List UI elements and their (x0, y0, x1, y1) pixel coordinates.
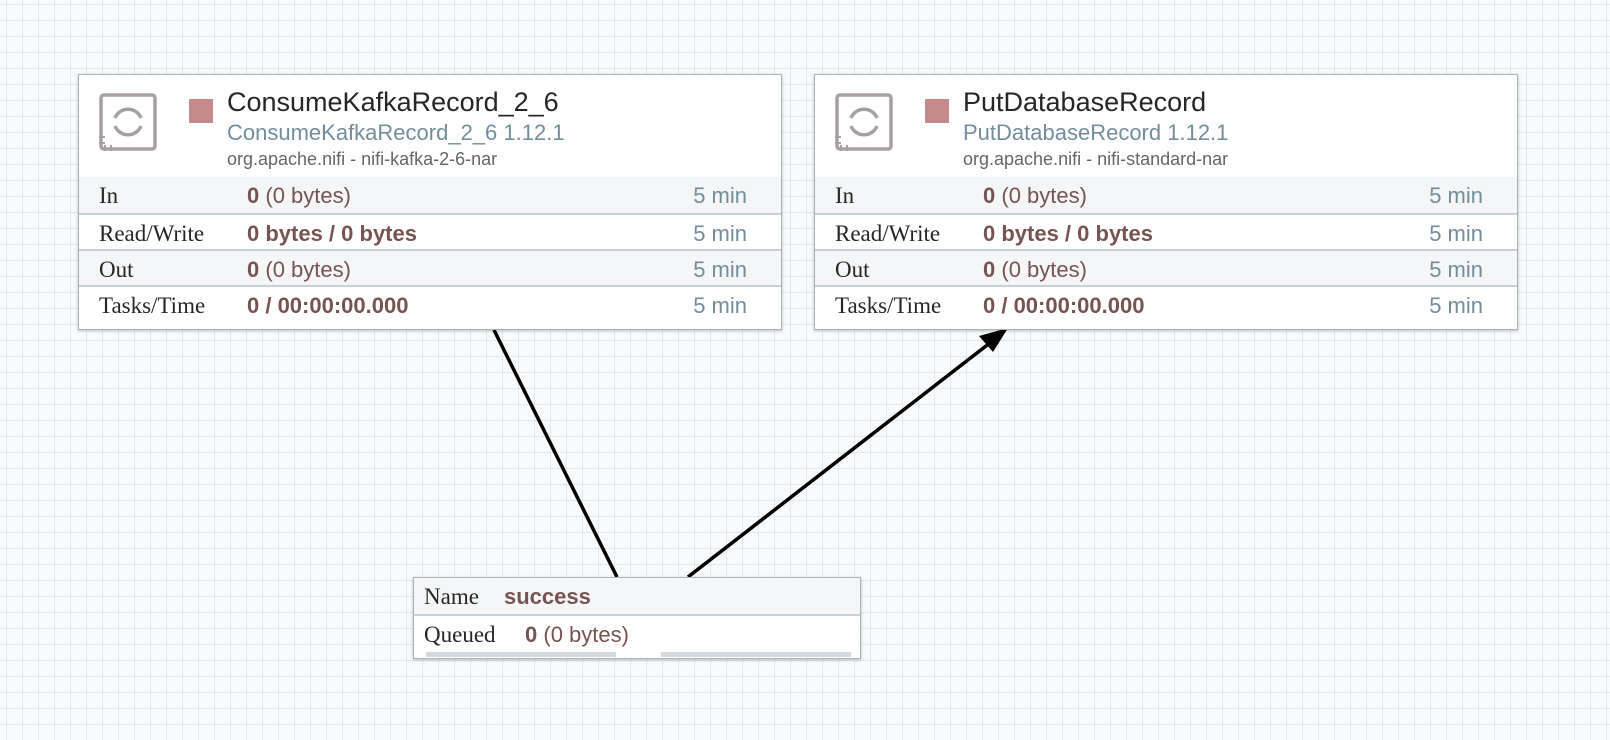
stat-row-read-write: Read/Write 0 bytes / 0 bytes 5 min (815, 213, 1517, 249)
stat-time-out: 5 min (1429, 257, 1483, 282)
stat-value-read-write: 0 bytes / 0 bytes (983, 221, 1153, 246)
stat-time-in: 5 min (1429, 183, 1483, 208)
processor-consume-kafka-record[interactable]: ConsumeKafkaRecord_2_6 ConsumeKafkaRecor… (78, 74, 782, 330)
stat-label-tasks-time: Tasks/Time (835, 293, 942, 318)
stat-row-out: Out 0 (0 bytes) 5 min (79, 249, 781, 285)
connection-name-row: Name success (414, 578, 860, 616)
stat-row-in: In 0 (0 bytes) 5 min (79, 177, 781, 213)
stat-value-tasks-time: 0 / 00:00:00.000 (247, 293, 409, 318)
backpressure-size-bar (661, 652, 851, 657)
stat-row-in: In 0 (0 bytes) 5 min (815, 177, 1517, 213)
stat-time-read-write: 5 min (693, 221, 747, 246)
stat-time-tasks-time: 5 min (1429, 293, 1483, 318)
stat-value-out: 0 (0 bytes) (983, 257, 1087, 282)
connection-path-source[interactable] (492, 329, 619, 578)
processor-type: ConsumeKafkaRecord_2_6 1.12.1 (227, 120, 565, 145)
stat-label-in: In (99, 183, 119, 208)
processor-icon (99, 93, 157, 151)
stat-row-tasks-time: Tasks/Time 0 / 00:00:00.000 5 min (79, 285, 781, 321)
connection-path-destination[interactable] (686, 337, 997, 579)
processor-icon (835, 93, 893, 151)
stat-time-in: 5 min (693, 183, 747, 208)
connection-queued-label: Queued (424, 622, 496, 647)
processor-header: PutDatabaseRecord PutDatabaseRecord 1.12… (815, 75, 1517, 177)
processor-bundle: org.apache.nifi - nifi-standard-nar (963, 149, 1229, 169)
stat-row-read-write: Read/Write 0 bytes / 0 bytes 5 min (79, 213, 781, 249)
stat-label-out: Out (835, 257, 870, 282)
processor-header: ConsumeKafkaRecord_2_6 ConsumeKafkaRecor… (79, 75, 781, 177)
backpressure-object-bar (426, 652, 616, 657)
stat-label-read-write: Read/Write (99, 221, 205, 246)
stat-value-out: 0 (0 bytes) (247, 257, 351, 282)
stopped-status-icon (925, 99, 949, 123)
stat-label-read-write: Read/Write (835, 221, 941, 246)
stat-label-in: In (835, 183, 855, 208)
stat-value-in: 0 (0 bytes) (983, 183, 1087, 208)
stat-value-read-write: 0 bytes / 0 bytes (247, 221, 417, 246)
flow-canvas[interactable]: ConsumeKafkaRecord_2_6 ConsumeKafkaRecor… (0, 0, 1610, 740)
connection-queued-value: 0 (0 bytes) (525, 622, 629, 647)
stat-time-tasks-time: 5 min (693, 293, 747, 318)
stopped-status-icon (189, 99, 213, 123)
processor-type: PutDatabaseRecord 1.12.1 (963, 120, 1229, 145)
connection-name-label: Name (424, 584, 479, 609)
processor-put-database-record[interactable]: PutDatabaseRecord PutDatabaseRecord 1.12… (814, 74, 1518, 330)
connection-name-value: success (504, 584, 591, 609)
stat-label-tasks-time: Tasks/Time (99, 293, 206, 318)
processor-bundle: org.apache.nifi - nifi-kafka-2-6-nar (227, 149, 498, 169)
stat-label-out: Out (99, 257, 134, 282)
connection-label-success[interactable]: Name success Queued 0 (0 bytes) (413, 577, 861, 659)
stat-row-tasks-time: Tasks/Time 0 / 00:00:00.000 5 min (815, 285, 1517, 321)
processor-name: ConsumeKafkaRecord_2_6 (227, 87, 559, 117)
stat-value-tasks-time: 0 / 00:00:00.000 (983, 293, 1145, 318)
stat-time-out: 5 min (693, 257, 747, 282)
stat-row-out: Out 0 (0 bytes) 5 min (815, 249, 1517, 285)
stat-time-read-write: 5 min (1429, 221, 1483, 246)
stat-value-in: 0 (0 bytes) (247, 183, 351, 208)
processor-name: PutDatabaseRecord (963, 87, 1207, 117)
